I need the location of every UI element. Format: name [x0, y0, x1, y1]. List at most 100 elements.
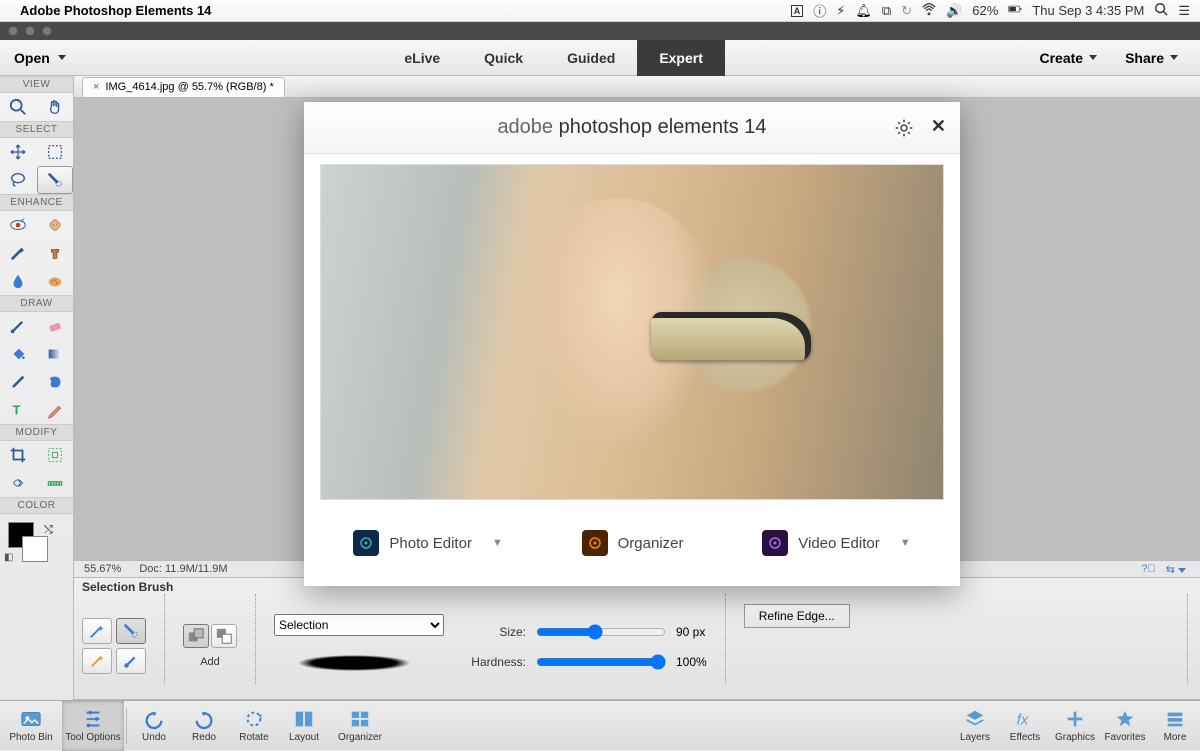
selection-brush-tool[interactable] — [37, 166, 74, 194]
more-button[interactable]: More — [1150, 701, 1200, 751]
organizer-icon — [582, 530, 608, 556]
clone-stamp-tool[interactable] — [37, 239, 74, 267]
tool-options-panel: Selection Brush Add Selection Size: 90 p… — [74, 578, 1200, 700]
document-tab[interactable]: × IMG_4614.jpg @ 55.7% (RGB/8) * — [82, 77, 285, 97]
selection-brush-mode[interactable] — [116, 618, 146, 644]
graphics-button[interactable]: Graphics — [1050, 701, 1100, 751]
sponge-tool[interactable] — [37, 267, 74, 295]
battery-icon[interactable] — [1008, 2, 1022, 19]
dropbox-icon[interactable]: ⧉ — [882, 3, 891, 19]
organizer-button[interactable]: Organizer — [329, 701, 391, 751]
swap-colors-icon[interactable]: ⤭ — [44, 524, 53, 537]
tab-guided[interactable]: Guided — [545, 40, 637, 76]
tab-expert[interactable]: Expert — [637, 40, 725, 76]
adobe-status-icon[interactable]: A — [791, 5, 804, 17]
gear-icon[interactable] — [894, 118, 914, 143]
lasso-tool[interactable] — [0, 166, 37, 194]
chevron-down-icon[interactable]: ▼ — [900, 537, 911, 549]
magic-wand-mode[interactable] — [82, 648, 112, 674]
hardness-slider[interactable] — [536, 654, 666, 670]
add-to-selection[interactable] — [183, 624, 209, 648]
spot-heal-tool[interactable] — [37, 211, 74, 239]
bolt-icon[interactable]: ⚡︎ — [836, 3, 845, 19]
eyedropper-tool[interactable] — [0, 368, 37, 396]
tab-elive[interactable]: eLive — [382, 40, 462, 76]
document-tab-label: IMG_4614.jpg @ 55.7% (RGB/8) * — [105, 81, 273, 93]
zoom-tool[interactable] — [0, 93, 37, 121]
crop-tool[interactable] — [0, 441, 37, 469]
open-label: Open — [14, 50, 50, 66]
recompose-tool[interactable] — [37, 441, 74, 469]
welcome-hero-image — [320, 164, 944, 500]
share-menu[interactable]: Share — [1113, 40, 1190, 76]
section-view: VIEW — [0, 76, 73, 93]
photo-bin-button[interactable]: Photo Bin — [0, 701, 62, 751]
zoom-readout[interactable]: 55.67% — [84, 563, 121, 575]
brush-preview[interactable] — [274, 648, 434, 678]
mode-label: Add — [183, 656, 237, 668]
redeye-tool[interactable] — [0, 211, 37, 239]
photo-editor-button[interactable]: Photo Editor ▼ — [353, 530, 502, 556]
redo-button[interactable]: Redo — [179, 701, 229, 751]
bell-icon[interactable]: 🔔︎ — [855, 3, 872, 19]
app-title[interactable]: Adobe Photoshop Elements 14 — [20, 3, 211, 18]
tool-palette: VIEW SELECT ENHANCE DRAW T MODIFY COLOR — [0, 76, 74, 700]
quick-selection-mode[interactable] — [82, 618, 112, 644]
close-icon[interactable]: ✕ — [931, 116, 946, 137]
spotlight-icon[interactable] — [1154, 2, 1168, 19]
blur-tool[interactable] — [0, 267, 37, 295]
eraser-tool[interactable] — [37, 312, 74, 340]
wifi-icon[interactable] — [922, 2, 936, 19]
menu-extras-icon[interactable]: ☰ — [1178, 3, 1190, 19]
pencil-tool[interactable] — [37, 396, 74, 424]
favorites-button[interactable]: Favorites — [1100, 701, 1150, 751]
shape-tool[interactable] — [37, 368, 74, 396]
open-button[interactable]: Open — [0, 40, 80, 75]
info-icon[interactable]: ⓘ — [813, 1, 826, 20]
gradient-tool[interactable] — [37, 340, 74, 368]
undo-button[interactable]: Undo — [129, 701, 179, 751]
move-tool[interactable] — [0, 138, 37, 166]
create-menu[interactable]: Create — [1027, 40, 1109, 76]
type-tool[interactable]: T — [0, 396, 37, 424]
tool-options-button[interactable]: Tool Options — [62, 701, 124, 751]
help-icon[interactable]: ?⃝ — [1141, 563, 1155, 575]
tab-quick[interactable]: Quick — [462, 40, 545, 76]
timemachine-icon[interactable]: ↻ — [901, 3, 912, 19]
hand-tool[interactable] — [37, 93, 74, 121]
app-topbar: Open eLive Quick Guided Expert Create Sh… — [0, 40, 1200, 76]
smart-brush-tool[interactable] — [0, 239, 37, 267]
window-close-dot[interactable] — [8, 26, 18, 36]
layout-button[interactable]: Layout — [279, 701, 329, 751]
selection-mode-combo[interactable]: Selection — [274, 614, 444, 636]
chevron-down-icon — [58, 55, 66, 60]
subtract-from-selection[interactable] — [211, 624, 237, 648]
size-label: Size: — [462, 625, 526, 639]
paint-bucket-tool[interactable] — [0, 340, 37, 368]
window-minimize-dot[interactable] — [25, 26, 35, 36]
layers-button[interactable]: Layers — [950, 701, 1000, 751]
photo-editor-icon — [353, 530, 379, 556]
marquee-tool[interactable] — [37, 138, 74, 166]
chevron-down-icon[interactable]: ▼ — [492, 537, 503, 549]
volume-icon[interactable]: 🔊 — [946, 3, 962, 19]
brush-tool[interactable] — [0, 312, 37, 340]
refine-edge-button[interactable]: Refine Edge... — [744, 604, 850, 628]
default-colors-icon[interactable]: ◧ — [4, 552, 13, 563]
battery-percent: 62% — [972, 3, 998, 18]
close-tab-icon[interactable]: × — [93, 81, 99, 93]
organizer-launch-button[interactable]: Organizer — [582, 530, 684, 556]
background-color[interactable] — [22, 536, 48, 562]
video-editor-button[interactable]: Video Editor ▼ — [762, 530, 910, 556]
effects-button[interactable]: fx Effects — [1000, 701, 1050, 751]
clock[interactable]: Thu Sep 3 4:35 PM — [1032, 3, 1144, 18]
rotate-button[interactable]: Rotate — [229, 701, 279, 751]
doc-size-readout[interactable]: Doc: 11.9M/11.9M — [139, 563, 227, 575]
straighten-tool[interactable] — [37, 469, 74, 497]
refine-brush-mode[interactable] — [116, 648, 146, 674]
welcome-title: adobe photoshop elements 14 — [497, 116, 766, 139]
window-zoom-dot[interactable] — [42, 26, 52, 36]
content-aware-move-tool[interactable] — [0, 469, 37, 497]
panel-options-icon[interactable]: ⇆ — [1166, 563, 1186, 576]
size-slider[interactable] — [536, 624, 666, 640]
